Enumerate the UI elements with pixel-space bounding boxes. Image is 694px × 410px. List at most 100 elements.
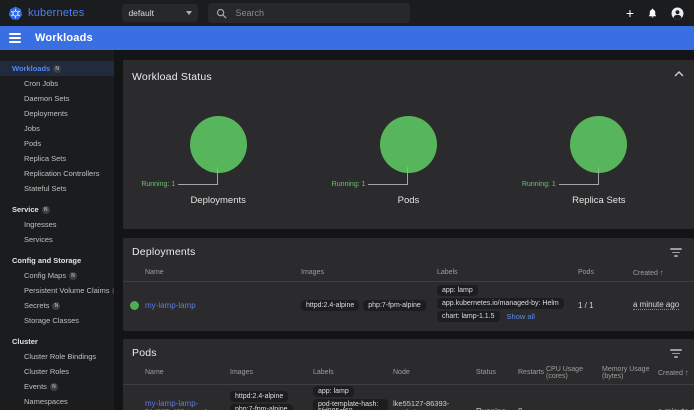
sidebar-item-events[interactable]: Events N	[0, 379, 114, 394]
show-all-link[interactable]: Show all	[507, 312, 535, 321]
namespaced-badge-icon: N	[53, 65, 61, 73]
sidebar-item-secrets[interactable]: Secrets N	[0, 298, 114, 313]
pods-title: Pods	[132, 347, 157, 359]
pod-name-link[interactable]: my-lamp-lamp-5fd985cf68-jwvz4	[145, 399, 207, 410]
chart-title: Deployments	[123, 195, 313, 206]
col-created[interactable]: Created↑	[658, 365, 694, 381]
col-name[interactable]: Name	[145, 266, 301, 280]
bell-icon	[647, 7, 658, 19]
col-status: Status	[476, 366, 518, 380]
sidebar-item-cluster-roles[interactable]: Cluster Roles	[0, 364, 114, 379]
search-placeholder: Search	[235, 8, 264, 18]
label-chip: pod-template-hash: 5fd985cf68	[313, 399, 388, 410]
replica-sets-pie-chart: Running: 1 Replica Sets	[504, 87, 694, 217]
chart-title: Replica Sets	[504, 195, 694, 206]
legend-running: Running: 1	[141, 181, 175, 188]
sidebar-section-service[interactable]: Service N	[0, 202, 114, 217]
col-name[interactable]: Name	[145, 366, 230, 380]
namespaced-badge-icon: N	[52, 302, 60, 310]
pie-circle	[190, 116, 247, 173]
sort-arrow-icon: ↑	[685, 368, 689, 377]
app-bar: Workloads	[0, 26, 694, 50]
node-name: lke55127-86393-622f8d09399a	[393, 399, 449, 410]
sidebar-item-pods[interactable]: Pods	[0, 136, 114, 151]
namespaced-badge-icon: N	[42, 206, 50, 214]
legend-running: Running: 1	[332, 181, 366, 188]
sidebar-item-replication-controllers[interactable]: Replication Controllers	[0, 166, 114, 181]
notifications-button[interactable]	[647, 7, 658, 19]
deployments-title: Deployments	[132, 246, 195, 258]
deployments-pie-chart: Running: 1 Deployments	[123, 87, 313, 217]
pie-circle	[380, 116, 437, 173]
namespaced-badge-icon: N	[69, 272, 77, 280]
image-chip: httpd:2.4-alpine	[230, 391, 288, 402]
col-labels: Labels	[313, 366, 393, 380]
sidebar-item-cron-jobs[interactable]: Cron Jobs	[0, 76, 114, 91]
sidebar-item-cluster-role-bindings[interactable]: Cluster Role Bindings	[0, 349, 114, 364]
created-ago[interactable]: a minute ago	[633, 300, 679, 310]
sidebar-item-jobs[interactable]: Jobs	[0, 121, 114, 136]
sidebar-item-daemon-sets[interactable]: Daemon Sets	[0, 91, 114, 106]
pods-card: Pods Name Images Labels Node Status Rest…	[123, 339, 694, 410]
image-chip: httpd:2.4-alpine	[301, 300, 359, 311]
namespaced-badge-icon: N	[50, 383, 58, 391]
sidebar-item-namespaces[interactable]: Namespaces	[0, 394, 114, 409]
col-images: Images	[301, 266, 437, 280]
sidebar-item-services[interactable]: Services	[0, 232, 114, 247]
deployment-row[interactable]: my-lamp-lamp httpd:2.4-alpine php:7-fpm-…	[123, 282, 694, 329]
pods-ratio: 1 / 1	[578, 301, 594, 310]
kubernetes-logo-link[interactable]: kubernetes	[8, 6, 84, 21]
pod-memory: -	[602, 407, 605, 410]
main-content: Workload Status Running: 1 Deployments	[114, 50, 694, 410]
pod-row[interactable]: my-lamp-lamp-5fd985cf68-jwvz4 httpd:2.4-…	[123, 385, 694, 410]
col-cpu: CPU Usage (cores)	[546, 363, 602, 384]
col-memory: Memory Usage (bytes)	[602, 363, 658, 384]
sidebar-item-storage-classes[interactable]: Storage Classes	[0, 313, 114, 328]
sidebar-item-config-maps[interactable]: Config Maps N	[0, 268, 114, 283]
label-chip: app: lamp	[313, 386, 354, 397]
label-chip: app.kubernetes.io/managed-by: Helm	[437, 298, 564, 309]
filter-button[interactable]	[668, 347, 684, 360]
pie-circle	[570, 116, 627, 173]
sidebar-item-replica-sets[interactable]: Replica Sets	[0, 151, 114, 166]
workload-status-title: Workload Status	[132, 71, 212, 83]
legend-connector	[368, 167, 408, 185]
pods-table-header: Name Images Labels Node Status Restarts …	[123, 363, 694, 385]
menu-button[interactable]	[9, 33, 21, 43]
namespace-value: default	[128, 8, 186, 18]
chart-title: Pods	[313, 195, 503, 206]
top-actions: +	[626, 6, 684, 20]
sidebar-section-workloads[interactable]: Workloads N	[0, 61, 114, 76]
col-created[interactable]: Created↑	[633, 265, 694, 281]
col-restarts: Restarts	[518, 366, 546, 380]
namespace-selector[interactable]: default	[122, 4, 198, 22]
deployments-card: Deployments Name Images Labels Pods Crea…	[123, 238, 694, 331]
status-ok-icon	[130, 301, 139, 310]
user-menu-button[interactable]	[671, 7, 684, 20]
top-bar: kubernetes default Search +	[0, 0, 694, 26]
sidebar-item-stateful-sets[interactable]: Stateful Sets	[0, 181, 114, 196]
search-input[interactable]: Search	[208, 3, 410, 23]
collapse-card-button[interactable]	[674, 71, 684, 77]
kubernetes-dashboard: kubernetes default Search +	[0, 0, 694, 410]
sidebar-nav: Workloads N Cron Jobs Daemon Sets Deploy…	[0, 50, 114, 410]
col-pods: Pods	[578, 266, 633, 280]
label-chip: app: lamp	[437, 285, 478, 296]
pod-restarts: 0	[518, 407, 522, 410]
search-icon	[216, 8, 227, 19]
sidebar-section-cluster[interactable]: Cluster	[0, 334, 114, 349]
created-ago[interactable]: a minute ago	[658, 407, 694, 410]
sidebar-section-config-and-storage[interactable]: Config and Storage	[0, 253, 114, 268]
filter-button[interactable]	[668, 246, 684, 259]
sidebar-item-ingresses[interactable]: Ingresses	[0, 217, 114, 232]
label-chip: chart: lamp-1.1.5	[437, 311, 500, 322]
col-node: Node	[393, 366, 476, 380]
chevron-up-icon	[674, 71, 684, 77]
deployment-name-link[interactable]: my-lamp-lamp	[145, 301, 196, 310]
kubernetes-logo-icon	[8, 6, 23, 21]
sidebar-item-deployments[interactable]: Deployments	[0, 106, 114, 121]
legend-connector	[178, 167, 218, 185]
col-images: Images	[230, 366, 313, 380]
sidebar-item-persistent-volume-claims[interactable]: Persistent Volume Claims N	[0, 283, 114, 298]
create-resource-button[interactable]: +	[626, 6, 634, 20]
